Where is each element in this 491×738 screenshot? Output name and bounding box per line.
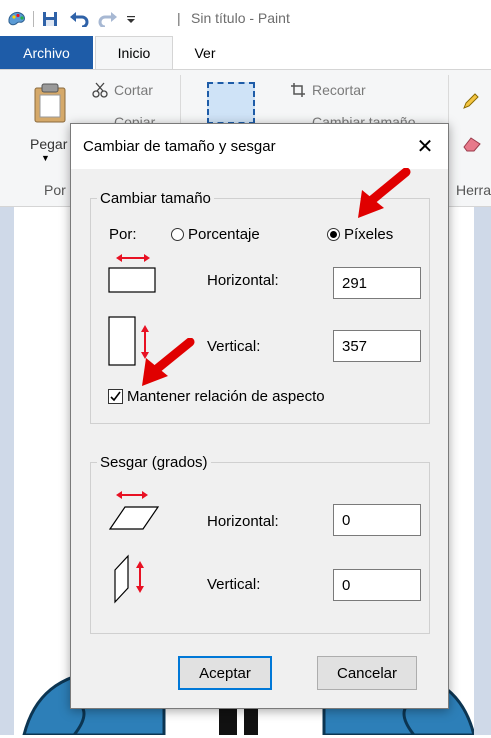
annotation-arrow-icon <box>136 337 196 393</box>
by-label: Por: <box>109 226 137 243</box>
percentage-label: Porcentaje <box>188 226 260 243</box>
resize-horizontal-icon <box>108 252 158 297</box>
crop-label[interactable]: Recortar <box>312 82 366 98</box>
radio-pixels[interactable]: Píxeles <box>327 226 393 243</box>
skew-horizontal-icon <box>108 489 164 534</box>
cut-label[interactable]: Cortar <box>114 82 153 98</box>
tools-group-label: Herra <box>456 182 491 198</box>
window-title: Sin título - Paint <box>191 10 290 26</box>
title-bar: | Sin título - Paint <box>0 0 491 36</box>
skew-vertical-icon <box>114 554 154 607</box>
title-separator: | <box>177 10 181 26</box>
radio-percentage[interactable]: Porcentaje <box>171 226 260 243</box>
skew-legend: Sesgar (grados) <box>100 454 208 471</box>
undo-icon[interactable] <box>68 9 90 29</box>
checkmark-icon <box>110 391 121 402</box>
cancel-button[interactable]: Cancelar <box>317 656 417 690</box>
radio-selected-dot <box>330 231 337 238</box>
clipboard-icon[interactable] <box>33 83 67 126</box>
paste-dropdown-icon[interactable]: ▼ <box>41 153 50 163</box>
skew-vertical-label: Vertical: <box>207 576 261 593</box>
skew-horizontal-field[interactable] <box>333 504 421 536</box>
tab-inicio[interactable]: Inicio <box>95 36 173 69</box>
resize-horizontal-field[interactable] <box>333 267 421 299</box>
customize-dropdown-icon[interactable] <box>124 9 138 29</box>
cut-icon[interactable] <box>92 82 108 101</box>
pencil-icon[interactable] <box>462 92 480 113</box>
close-icon[interactable]: ✕ <box>402 124 448 169</box>
resize-vertical-field[interactable] <box>333 330 421 362</box>
skew-group: Sesgar (grados) <box>90 454 430 634</box>
clipboard-group-label: Por <box>44 182 66 198</box>
select-icon[interactable] <box>207 82 255 124</box>
paste-button-label[interactable]: Pegar <box>30 136 67 152</box>
tab-ver[interactable]: Ver <box>180 36 230 69</box>
resize-vertical-label: Vertical: <box>207 338 261 355</box>
resize-horizontal-label: Horizontal: <box>207 272 279 289</box>
checkbox-box[interactable] <box>108 389 123 404</box>
paint-app-icon[interactable] <box>6 9 28 29</box>
tab-archivo[interactable]: Archivo <box>0 36 93 69</box>
redo-icon[interactable] <box>97 9 119 29</box>
eraser-icon[interactable] <box>462 136 482 155</box>
skew-horizontal-label: Horizontal: <box>207 513 279 530</box>
save-icon[interactable] <box>40 9 60 29</box>
dialog-title-bar: Cambiar de tamaño y sesgar ✕ <box>71 124 448 169</box>
radio-circle[interactable] <box>171 228 184 241</box>
crop-icon[interactable] <box>290 82 306 101</box>
ribbon-tabs: Archivo Inicio Ver <box>0 36 491 69</box>
resize-legend: Cambiar tamaño <box>100 190 211 207</box>
skew-vertical-field[interactable] <box>333 569 421 601</box>
pixels-label: Píxeles <box>344 226 394 243</box>
annotation-arrow-icon <box>350 167 412 225</box>
separator <box>33 11 34 27</box>
accept-button[interactable]: Aceptar <box>178 656 272 690</box>
radio-circle[interactable] <box>327 228 340 241</box>
dialog-title: Cambiar de tamaño y sesgar <box>83 138 276 155</box>
